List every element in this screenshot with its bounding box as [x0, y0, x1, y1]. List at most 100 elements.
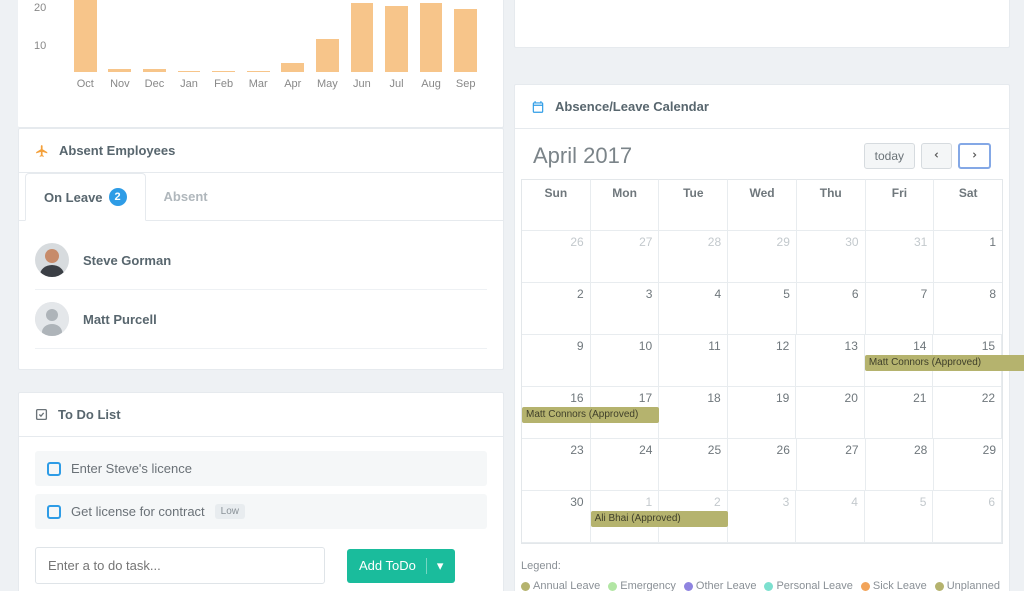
calendar-day[interactable]: 25 — [659, 439, 728, 491]
panel-title: Absence/Leave Calendar — [555, 99, 709, 114]
plane-icon — [35, 144, 49, 158]
legend-label: Emergency — [620, 580, 676, 591]
calendar-day[interactable]: 9 — [522, 335, 591, 387]
tab-on-leave[interactable]: On Leave 2 — [25, 173, 146, 221]
calendar-day[interactable]: 24 — [591, 439, 660, 491]
legend-label: Personal Leave — [776, 580, 852, 591]
calendar-day[interactable]: 19 — [728, 387, 797, 439]
day-number: 12 — [776, 339, 789, 353]
legend-swatch — [608, 582, 617, 591]
day-number: 27 — [845, 443, 858, 457]
legend-swatch — [521, 582, 530, 591]
calendar-day[interactable]: 4 — [796, 491, 865, 543]
bar — [281, 63, 304, 72]
calendar-day[interactable]: 29 — [728, 231, 797, 283]
today-button[interactable]: today — [864, 143, 915, 169]
todo-checkbox[interactable] — [47, 462, 61, 476]
bar — [212, 71, 235, 73]
bar-label: Jan — [180, 78, 198, 90]
add-todo-button[interactable]: Add ToDo ▾ — [347, 549, 455, 583]
calendar-day[interactable]: 27 — [591, 231, 660, 283]
caret-down-icon: ▾ — [426, 558, 444, 574]
day-number: 2 — [714, 495, 721, 509]
calendar-day[interactable]: 8 — [934, 283, 1002, 335]
calendar-day[interactable]: 5 — [728, 283, 797, 335]
chevron-left-icon — [932, 149, 941, 164]
calendar-day[interactable]: 23 — [522, 439, 591, 491]
todo-item[interactable]: Get license for contractLow — [35, 494, 487, 529]
calendar-day[interactable]: 22 — [933, 387, 1002, 439]
calendar-day[interactable]: 3 — [728, 491, 797, 543]
calendar-day[interactable]: 4 — [659, 283, 728, 335]
bar — [74, 0, 97, 72]
calendar-day[interactable]: 5 — [865, 491, 934, 543]
calendar-day[interactable]: 18 — [659, 387, 728, 439]
day-number: 28 — [914, 443, 927, 457]
bar — [385, 6, 408, 72]
calendar-day[interactable]: 29 — [934, 439, 1002, 491]
day-number: 30 — [570, 495, 583, 509]
calendar-day[interactable]: 7 — [866, 283, 935, 335]
calendar-day[interactable]: 26 — [728, 439, 797, 491]
legend-swatch — [684, 582, 693, 591]
calendar-day[interactable]: 21 — [865, 387, 934, 439]
add-todo-label: Add ToDo — [359, 558, 416, 573]
calendar-day[interactable]: 11 — [659, 335, 728, 387]
calendar-day[interactable]: 13 — [796, 335, 865, 387]
calendar-day[interactable]: 30 — [522, 491, 591, 543]
calendar-event[interactable]: Matt Connors (Approved) — [865, 355, 1024, 371]
bar-label: Feb — [214, 78, 233, 90]
bar — [454, 9, 477, 72]
checklist-icon — [35, 408, 48, 421]
day-number: 3 — [783, 495, 790, 509]
calendar-day[interactable]: 6 — [933, 491, 1002, 543]
calendar-day[interactable]: 6 — [797, 283, 866, 335]
next-month-button[interactable] — [958, 143, 991, 169]
calendar-day[interactable]: 1 — [934, 231, 1002, 283]
calendar-day[interactable]: 20 — [796, 387, 865, 439]
prev-month-button[interactable] — [921, 143, 952, 169]
legend-label: Annual Leave — [533, 580, 600, 591]
bar-label: Mar — [249, 78, 268, 90]
calendar-day[interactable]: 26 — [522, 231, 591, 283]
calendar-day[interactable]: 3 — [591, 283, 660, 335]
dow-header: Mon — [591, 179, 660, 231]
calendar-day[interactable]: 30 — [797, 231, 866, 283]
bar-label: Aug — [421, 78, 441, 90]
tab-absent[interactable]: Absent — [146, 173, 226, 220]
employee-row[interactable]: Steve Gorman — [35, 231, 487, 290]
calendar-day[interactable]: 27 — [797, 439, 866, 491]
day-number: 30 — [845, 235, 858, 249]
bar — [247, 71, 270, 73]
y-tick: 10 — [34, 40, 46, 52]
day-number: 29 — [983, 443, 996, 457]
calendar-event[interactable]: Ali Bhai (Approved) — [591, 511, 728, 527]
absent-tabs: On Leave 2 Absent — [19, 173, 503, 221]
day-number: 19 — [776, 391, 789, 405]
bar-label: Jun — [353, 78, 371, 90]
day-number: 4 — [851, 495, 858, 509]
calendar-event[interactable]: Matt Connors (Approved) — [522, 407, 659, 423]
day-number: 29 — [777, 235, 790, 249]
legend-swatch — [764, 582, 773, 591]
absent-employees-header: Absent Employees — [19, 129, 503, 173]
day-number: 27 — [639, 235, 652, 249]
chevron-right-icon — [970, 149, 979, 164]
calendar-day[interactable]: 28 — [659, 231, 728, 283]
employee-row[interactable]: Matt Purcell — [35, 290, 487, 349]
calendar-day[interactable]: 31 — [866, 231, 935, 283]
bar-label: Oct — [77, 78, 94, 90]
legend-label: Legend: — [521, 556, 1003, 576]
calendar-day[interactable]: 28 — [866, 439, 935, 491]
todo-checkbox[interactable] — [47, 505, 61, 519]
on-leave-count-badge: 2 — [109, 188, 127, 206]
calendar-day[interactable]: 10 — [591, 335, 660, 387]
day-number: 24 — [639, 443, 652, 457]
todo-item[interactable]: Enter Steve's licence — [35, 451, 487, 486]
todo-input[interactable] — [35, 547, 325, 584]
day-number: 1 — [989, 235, 996, 249]
employee-name: Steve Gorman — [83, 253, 171, 268]
calendar-day[interactable]: 2 — [522, 283, 591, 335]
calendar-day[interactable]: 12 — [728, 335, 797, 387]
bar — [316, 39, 339, 72]
